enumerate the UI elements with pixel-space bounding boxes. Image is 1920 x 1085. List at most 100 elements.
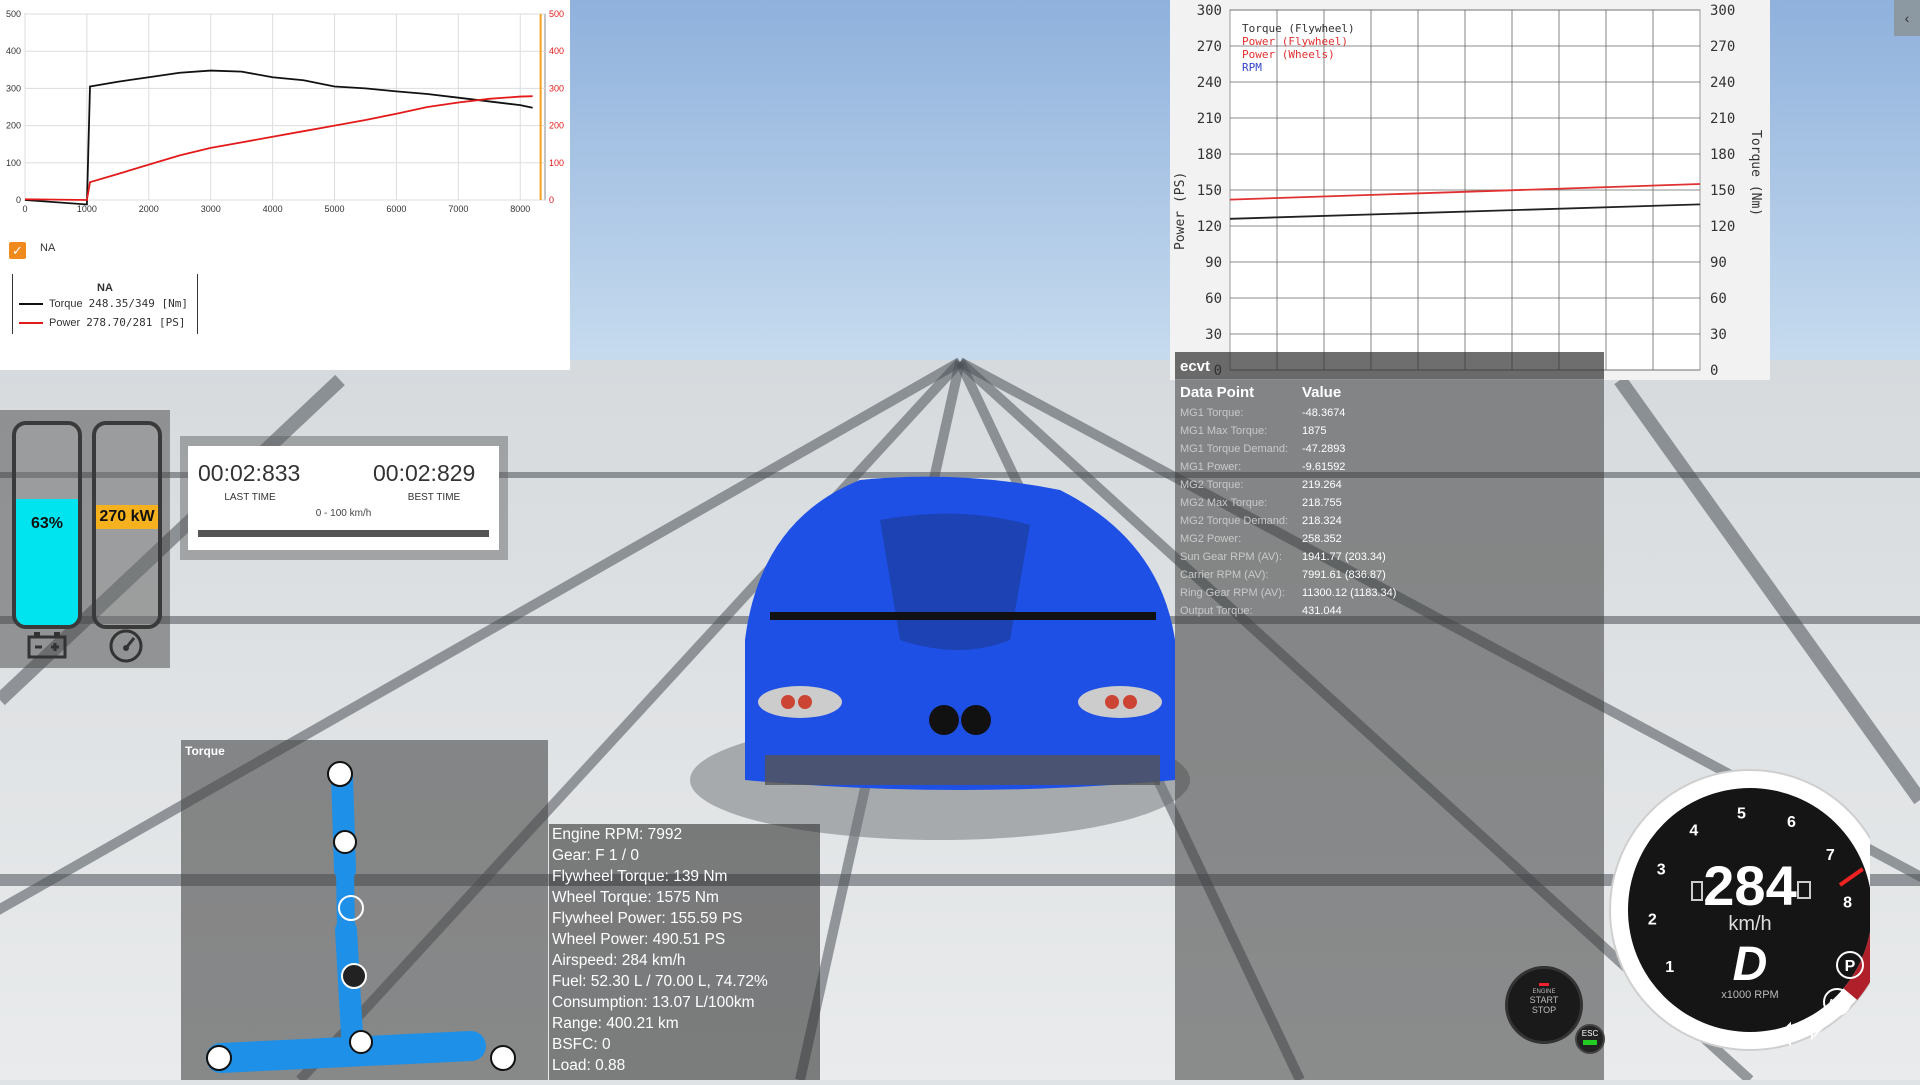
- pt-left-axis-label: Power (PS): [1173, 172, 1188, 250]
- dyno-y2-tick: 400: [549, 46, 564, 56]
- ecvt-value: -9.61592: [1302, 461, 1346, 473]
- dyno-y-tick: 200: [6, 121, 21, 131]
- speed-unit: km/h: [1728, 913, 1771, 935]
- dyno-x-tick: 0: [22, 204, 27, 214]
- gear-indicator: D: [1733, 938, 1768, 991]
- speedo-tick-label: 7: [1826, 847, 1835, 864]
- ecvt-value: 431.044: [1302, 605, 1342, 617]
- ecvt-key: MG2 Torque Demand:: [1180, 515, 1289, 527]
- ecvt-row: Ring Gear RPM (AV): 11300.12 (1183.34): [1179, 584, 1397, 602]
- ecvt-col-value: Value: [1302, 384, 1342, 401]
- pt-legend-item: Power (Wheels): [1242, 48, 1335, 61]
- checkbox-check-icon: ✓: [9, 242, 26, 259]
- ecvt-key: Sun Gear RPM (AV):: [1180, 551, 1282, 563]
- pt-y-tick: 240: [1197, 75, 1222, 91]
- dyno-x-tick: 7000: [448, 204, 468, 214]
- engine-info-line: Flywheel Torque: 139 Nm: [552, 868, 728, 885]
- engine-info-line: Engine RPM: 7992: [552, 826, 683, 843]
- pt-y2-tick: 300: [1710, 3, 1735, 19]
- ecvt-value: 1875: [1302, 425, 1327, 437]
- ecvt-row: Carrier RPM (AV): 7991.61 (836.87): [1179, 566, 1397, 584]
- dyno-y2-tick: 500: [549, 9, 564, 19]
- driveshaft-icon: [341, 963, 367, 989]
- engine-info-line: Range: 400.21 km: [552, 1015, 679, 1032]
- engine-info-line: Fuel: 52.30 L / 70.00 L, 74.72%: [552, 973, 768, 990]
- ecvt-col-key: Data Point: [1180, 384, 1255, 401]
- pt-legend-item: Torque (Flywheel): [1242, 22, 1355, 35]
- engine-info-line: Flywheel Power: 155.59 PS: [552, 910, 743, 927]
- left-wheel-icon: [206, 1045, 232, 1071]
- pt-y2-tick: 180: [1710, 147, 1735, 163]
- engine-info-panel: Engine RPM: 7992 Gear: F 1 / 0 Flywheel To…: [549, 824, 820, 1080]
- ecvt-key: Carrier RPM (AV):: [1180, 569, 1269, 581]
- ecvt-row: MG2 Torque: 219.264: [1179, 476, 1397, 494]
- dyno-x-tick: 3000: [201, 204, 221, 214]
- engine-info-line: Consumption: 13.07 L/100km: [552, 994, 755, 1011]
- energy-gauges: 63% 270 kW: [0, 410, 170, 668]
- ecvt-row: MG2 Power: 258.352: [1179, 530, 1397, 548]
- engine-icon: [327, 761, 353, 787]
- dyno-x-tick: 5000: [325, 204, 345, 214]
- timer-panel: 00:02:833 LAST TIME 00:02:829 BEST TIME …: [180, 436, 508, 560]
- dyno-chart-panel: 500 500 400 400 300 300 200 200 100 100 0 0 0 1000 200…: [0, 0, 570, 370]
- pt-y-tick: 60: [1205, 291, 1222, 307]
- timer-mode: 0 - 100 km/h: [315, 508, 372, 519]
- pt-y-tick: 90: [1205, 255, 1222, 271]
- best-time-caption: BEST TIME: [407, 492, 461, 503]
- ecvt-row: Output Torque: 431.044: [1179, 602, 1397, 620]
- abs-label: ABS: [1829, 998, 1847, 1007]
- start-stop-indicator: [1539, 983, 1549, 986]
- esc-status-light: [1583, 1040, 1597, 1045]
- ecvt-row: MG1 Torque: -48.3674: [1179, 404, 1397, 422]
- battery-gauge: 63%: [12, 421, 82, 629]
- dyno-y2-tick: 200: [549, 121, 564, 131]
- ecvt-row: MG2 Max Torque: 218.755: [1179, 494, 1397, 512]
- pt-y2-tick: 270: [1710, 39, 1735, 55]
- torque-panel-title: Torque: [185, 744, 225, 758]
- ecvt-row: MG1 Max Torque: 1875: [1179, 422, 1397, 440]
- speedometer: 1 2 3 4 5 6 7 8 284km/h Dx1000 RPM P ABS: [1609, 769, 1870, 1051]
- pt-y-tick: 120: [1197, 219, 1222, 235]
- dyno-plot-area: [24, 13, 546, 201]
- na-checkbox-label: NA: [40, 242, 56, 254]
- engine-info-line: Load: 0.88: [552, 1057, 626, 1074]
- na-checkbox[interactable]: ✓ NA: [9, 242, 55, 259]
- pt-y-tick: 180: [1197, 147, 1222, 163]
- engine-info-line: Gear: F 1 / 0: [552, 847, 640, 864]
- power-label: 270 kW: [96, 505, 158, 529]
- ecvt-value: 218.324: [1302, 515, 1342, 527]
- speedo-tick-label: 5: [1737, 805, 1746, 822]
- ecvt-value: -48.3674: [1302, 407, 1346, 419]
- ecvt-key: Ring Gear RPM (AV):: [1180, 587, 1285, 599]
- legend-torque-swatch: [19, 302, 43, 305]
- ecvt-row: MG1 Torque Demand: -47.2893: [1179, 440, 1397, 458]
- speedo-tick-label: 6: [1787, 814, 1796, 831]
- timer-progress-bar: [198, 530, 489, 537]
- parking-brake-label: P: [1845, 958, 1856, 975]
- engine-info-line: BSFC: 0: [552, 1036, 611, 1053]
- legend-power-swatch: [19, 321, 43, 324]
- last-time-caption: LAST TIME: [224, 492, 276, 503]
- engine-start-stop-button[interactable]: ENGINE START STOP: [1505, 966, 1583, 1044]
- engine-info-line: Wheel Power: 490.51 PS: [552, 931, 726, 948]
- ecvt-title: ecvt: [1175, 352, 1604, 379]
- speedo-tick-label: 8: [1843, 894, 1852, 911]
- ecvt-key: MG1 Torque:: [1180, 407, 1244, 419]
- collapse-icon[interactable]: ‹: [1894, 0, 1920, 36]
- dyno-y-tick: 400: [6, 46, 21, 56]
- engine-info-line: Wheel Torque: 1575 Nm: [552, 889, 719, 906]
- dyno-legend: NA Torque 248.35/349 [Nm] Power 278.70/2…: [12, 274, 198, 334]
- dyno-x-tick: 2000: [139, 204, 159, 214]
- pt-y-tick: 30: [1205, 327, 1222, 343]
- ecvt-key: Output Torque:: [1180, 605, 1253, 617]
- pt-y2-tick: 120: [1710, 219, 1735, 235]
- drivetrain-diagram: ": [206, 761, 516, 1073]
- engine-info-line: Airspeed: 284 km/h: [552, 952, 686, 969]
- power-torque-graph-panel: 300 300 270 270 240 240 210 210 180 180 150 150 120 1…: [1170, 0, 1770, 380]
- pt-y2-tick: 60: [1710, 291, 1727, 307]
- legend-title: NA: [97, 282, 113, 294]
- dyno-y-tick: 300: [6, 83, 21, 93]
- speedo-tick-label: 1: [1665, 959, 1674, 976]
- right-wheel-icon: [490, 1045, 516, 1071]
- rpm-unit-label: x1000 RPM: [1721, 989, 1778, 1001]
